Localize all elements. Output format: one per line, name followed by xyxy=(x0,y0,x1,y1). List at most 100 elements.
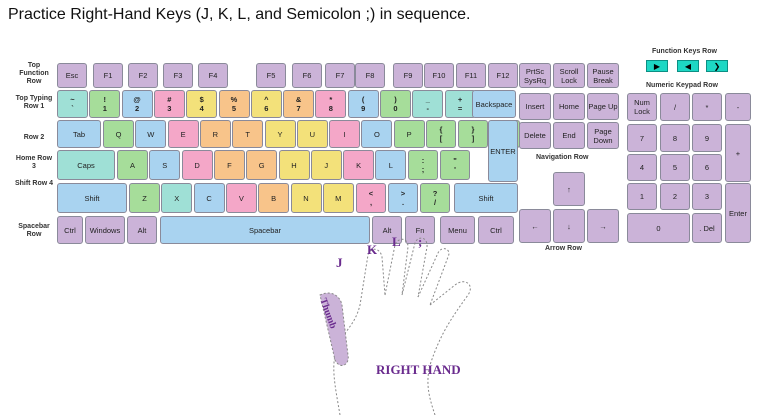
key-f[interactable]: F xyxy=(213,150,245,180)
fn-key-f7[interactable]: F7 xyxy=(325,63,355,88)
key-6[interactable]: ^ 6 xyxy=(250,90,282,118)
numpad-key-11[interactable]: 1 xyxy=(627,183,657,210)
key-v[interactable]: V xyxy=(225,183,257,213)
fn-key-f11[interactable]: F11 xyxy=(456,63,486,88)
caps-key[interactable]: Caps xyxy=(57,150,115,180)
numpad-key-2[interactable]: * xyxy=(692,93,722,121)
nav-key-2[interactable]: Page Up xyxy=(587,93,619,120)
right-shift-key[interactable]: Shift xyxy=(454,183,518,213)
backspace-key[interactable]: Backspace xyxy=(472,90,516,118)
key-l[interactable]: L xyxy=(375,150,407,180)
shift-punct-key-2[interactable]: ? / xyxy=(420,183,450,213)
play-forward-button[interactable]: ▶ xyxy=(646,60,668,72)
key-i[interactable]: I xyxy=(329,120,361,148)
sys-key-1[interactable]: PrtSc SysRq xyxy=(519,63,551,88)
fn-key-f4[interactable]: F4 xyxy=(198,63,228,88)
fn-key-f6[interactable]: F6 xyxy=(292,63,322,88)
fn-key-f9[interactable]: F9 xyxy=(393,63,423,88)
key-b[interactable]: B xyxy=(258,183,290,213)
numpad-key-4[interactable]: 7 xyxy=(627,124,657,152)
fn-key-f1[interactable]: F1 xyxy=(93,63,123,88)
key--[interactable]: _ - xyxy=(412,90,444,118)
nav-key-4[interactable]: End xyxy=(553,122,585,149)
numpad-key-15[interactable]: 0 xyxy=(627,213,690,243)
punct-key-1[interactable]: " ' xyxy=(440,150,470,180)
space-row-key-1[interactable]: Windows xyxy=(85,216,125,244)
arrow-key-3[interactable]: → xyxy=(587,209,619,243)
enter-key[interactable]: ENTER xyxy=(488,120,518,182)
key-k[interactable]: K xyxy=(343,150,375,180)
sys-key-3[interactable]: Pause Break xyxy=(587,63,619,88)
nav-key-0[interactable]: Insert xyxy=(519,93,551,120)
key-n[interactable]: N xyxy=(290,183,322,213)
numpad-key-0[interactable]: Num Lock xyxy=(627,93,657,121)
numpad-key-9[interactable]: 5 xyxy=(660,154,690,181)
key-u[interactable]: U xyxy=(296,120,328,148)
numpad-key-7[interactable]: + xyxy=(725,124,751,182)
key-8[interactable]: * 8 xyxy=(315,90,347,118)
numpad-key-12[interactable]: 2 xyxy=(660,183,690,210)
bracket-key-1[interactable]: }] xyxy=(458,120,488,148)
fn-key-f2[interactable]: F2 xyxy=(128,63,158,88)
arrow-key-2[interactable]: ↓ xyxy=(553,209,585,243)
key-3[interactable]: #3 xyxy=(153,90,185,118)
key-7[interactable]: & 7 xyxy=(283,90,315,118)
shift-punct-key-0[interactable]: <, xyxy=(356,183,386,213)
key-9[interactable]: (9 xyxy=(347,90,379,118)
key-h[interactable]: H xyxy=(278,150,310,180)
numpad-key-16[interactable]: . Del xyxy=(692,213,722,243)
key-4[interactable]: $4 xyxy=(186,90,218,118)
nav-key-5[interactable]: Page Down xyxy=(587,122,619,149)
nav-key-3[interactable]: Delete xyxy=(519,122,551,149)
key-s[interactable]: S xyxy=(149,150,181,180)
fn-key-f8[interactable]: F8 xyxy=(355,63,385,88)
fn-key-esc[interactable]: Esc xyxy=(57,63,87,88)
key-1[interactable]: ! 1 xyxy=(89,90,121,118)
fn-key-f5[interactable]: F5 xyxy=(256,63,286,88)
numpad-key-8[interactable]: 4 xyxy=(627,154,657,181)
left-shift-key[interactable]: Shift xyxy=(57,183,127,213)
numpad-key-1[interactable]: / xyxy=(660,93,690,121)
play-back-button[interactable]: ◀ xyxy=(677,60,699,72)
key-m[interactable]: M xyxy=(322,183,354,213)
key-=[interactable]: + = xyxy=(444,90,476,118)
key-0[interactable]: ) 0 xyxy=(380,90,411,118)
numpad-key-13[interactable]: 3 xyxy=(692,183,722,210)
fn-key-f3[interactable]: F3 xyxy=(163,63,193,88)
key-5[interactable]: % 5 xyxy=(218,90,250,118)
numpad-key-6[interactable]: 9 xyxy=(692,124,722,152)
punct-key-0[interactable]: :; xyxy=(408,150,438,180)
numpad-key-10[interactable]: 6 xyxy=(692,154,722,181)
nav-key-1[interactable]: Home xyxy=(553,93,585,120)
fn-key-f12[interactable]: F12 xyxy=(488,63,518,88)
bracket-key-0[interactable]: {[ xyxy=(426,120,456,148)
numpad-key-3[interactable]: - xyxy=(725,93,751,121)
key-t[interactable]: T xyxy=(232,120,264,148)
sys-key-2[interactable]: Scroll Lock xyxy=(553,63,585,88)
key-q[interactable]: Q xyxy=(103,120,134,148)
space-row-key-0[interactable]: Ctrl xyxy=(57,216,83,244)
space-row-key-2[interactable]: Alt xyxy=(127,216,157,244)
key-r[interactable]: R xyxy=(199,120,231,148)
numpad-key-14[interactable]: Enter xyxy=(725,183,751,243)
key-x[interactable]: X xyxy=(161,183,193,213)
key-d[interactable]: D xyxy=(181,150,213,180)
key-o[interactable]: O xyxy=(361,120,393,148)
key-`[interactable]: ~ ` xyxy=(57,90,88,118)
key-c[interactable]: C xyxy=(193,183,225,213)
key-j[interactable]: J xyxy=(310,150,342,180)
next-button[interactable]: ❯ xyxy=(706,60,728,72)
key-g[interactable]: G xyxy=(246,150,278,180)
key-p[interactable]: P xyxy=(393,120,425,148)
numpad-key-5[interactable]: 8 xyxy=(660,124,690,152)
key-z[interactable]: Z xyxy=(129,183,160,213)
key-y[interactable]: Y xyxy=(264,120,296,148)
key-a[interactable]: A xyxy=(117,150,148,180)
tab-key[interactable]: Tab xyxy=(57,120,101,148)
key-w[interactable]: W xyxy=(135,120,167,148)
fn-key-f10[interactable]: F10 xyxy=(424,63,454,88)
arrow-key-0[interactable]: ↑ xyxy=(553,172,585,206)
key-2[interactable]: @2 xyxy=(121,90,153,118)
shift-punct-key-1[interactable]: >. xyxy=(388,183,418,213)
key-e[interactable]: E xyxy=(167,120,199,148)
